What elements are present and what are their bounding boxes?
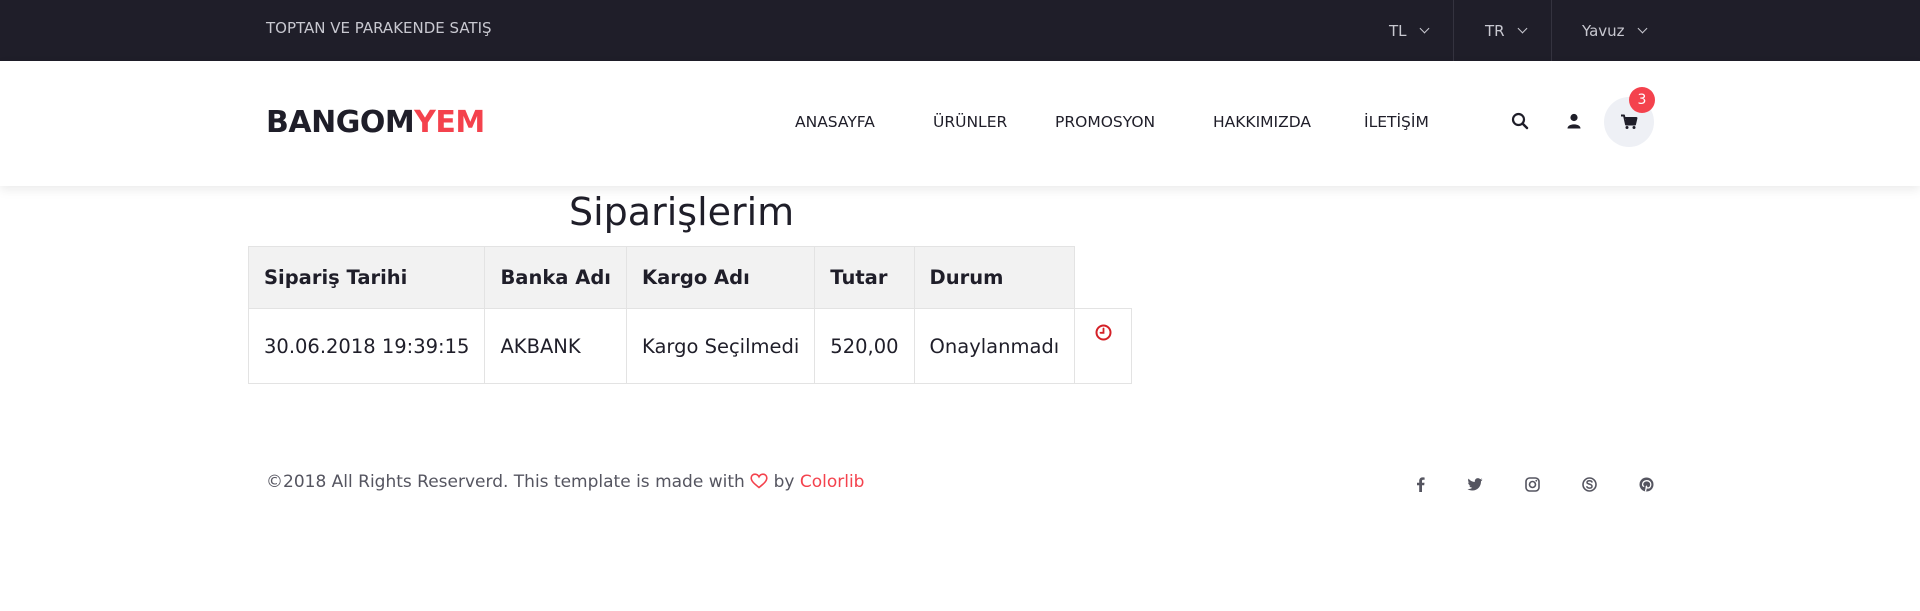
orders-table: Sipariş Tarihi Banka Adı Kargo Adı Tutar… (247, 246, 1133, 384)
tagline: TOPTAN VE PARAKENDE SATIŞ (266, 19, 492, 37)
site-logo[interactable]: BANGOMYEM (266, 105, 485, 140)
column-header-order-date: Sipariş Tarihi (247, 246, 486, 309)
nav-item-urunler[interactable]: ÜRÜNLER (933, 113, 1007, 131)
column-header-cargo: Kargo Adı (625, 246, 816, 309)
language-value: TR (1485, 21, 1505, 40)
nav-item-anasayfa[interactable]: ANASAYFA (795, 113, 875, 131)
by-text: by (773, 472, 795, 492)
cell-amount: 520,00 (814, 308, 915, 384)
divider (1453, 0, 1454, 61)
table-header-row: Sipariş Tarihi Banka Adı Kargo Adı Tutar… (247, 246, 1132, 309)
logo-part1: BANGOM (266, 105, 415, 140)
heart-icon (750, 473, 768, 494)
clock-icon[interactable] (1095, 323, 1112, 346)
copyright-text: ©2018 All Rights Reserverd. This templat… (266, 472, 745, 492)
user-name: Yavuz (1582, 21, 1625, 40)
footer-copyright: ©2018 All Rights Reserverd. This templat… (266, 472, 864, 494)
cell-status: Onaylanmadı (913, 308, 1076, 384)
column-header-bank: Banka Adı (484, 246, 627, 309)
nav-item-promosyon[interactable]: PROMOSYON (1055, 113, 1155, 131)
colorlib-link[interactable]: Colorlib (800, 472, 865, 492)
chevron-down-icon (1517, 23, 1528, 33)
column-header-status: Durum (913, 246, 1076, 309)
top-bar: TOPTAN VE PARAKENDE SATIŞ TL TR Yavuz (0, 0, 1920, 61)
chevron-down-icon (1419, 23, 1429, 33)
cell-cargo: Kargo Seçilmedi (625, 308, 816, 384)
column-header-amount: Tutar (814, 246, 915, 309)
cell-bank: AKBANK (484, 308, 627, 384)
divider (1551, 0, 1552, 61)
cart-count-badge: 3 (1629, 87, 1655, 113)
main-header: BANGOMYEM ANASAYFA ÜRÜNLER PROMOSYON HAK… (0, 61, 1920, 186)
language-selector[interactable]: TR (1485, 0, 1528, 61)
cart-icon (1621, 114, 1638, 129)
currency-selector[interactable]: TL (1389, 0, 1429, 61)
twitter-icon[interactable] (1465, 474, 1485, 494)
table-row: 30.06.2018 19:39:15 AKBANK Kargo Seçilme… (247, 308, 1133, 384)
user-icon[interactable] (1562, 109, 1586, 133)
column-header-blank (1074, 246, 1132, 309)
user-menu[interactable]: Yavuz (1582, 0, 1647, 61)
cell-action (1074, 308, 1133, 384)
pinterest-icon[interactable] (1636, 474, 1656, 494)
nav-item-iletisim[interactable]: İLETİŞİM (1364, 113, 1429, 131)
cell-order-date: 30.06.2018 19:39:15 (247, 308, 486, 384)
search-icon[interactable] (1508, 109, 1532, 133)
currency-value: TL (1389, 21, 1407, 40)
logo-part2: YEM (414, 105, 485, 140)
nav-item-hakkimizda[interactable]: HAKKIMIZDA (1213, 113, 1311, 131)
page-title: Siparişlerim (569, 190, 795, 234)
skype-icon[interactable] (1579, 474, 1599, 494)
facebook-icon[interactable] (1410, 474, 1430, 494)
chevron-down-icon (1637, 23, 1647, 33)
instagram-icon[interactable] (1522, 474, 1542, 494)
